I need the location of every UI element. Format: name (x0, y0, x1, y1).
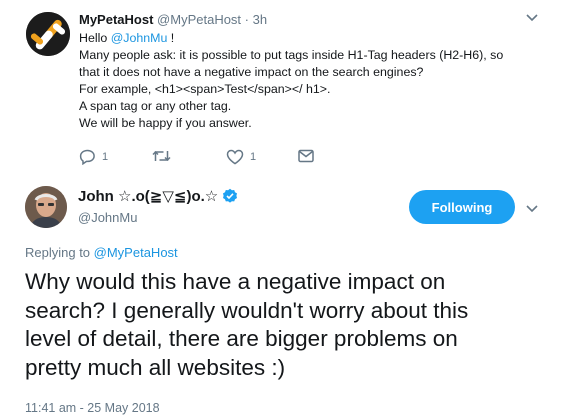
profile-photo (25, 186, 67, 228)
chevron-down-icon[interactable] (526, 202, 538, 216)
separator: · (244, 12, 250, 27)
tweet-text: Hello @JohnMu ! Many people ask: it is p… (79, 30, 549, 132)
tweet-line: For example, <h1><span>Test</span></ h1>… (79, 82, 331, 96)
mention-link[interactable]: @JohnMu (111, 31, 168, 45)
tweet-line: Why would this have a negative impact on (25, 269, 446, 294)
retweet-icon (152, 150, 171, 162)
tweet-text: Why would this have a negative impact on… (25, 268, 545, 382)
avatar[interactable] (26, 12, 70, 56)
following-button[interactable]: Following (409, 190, 515, 224)
retweet-button[interactable] (152, 149, 177, 163)
like-count: 1 (250, 151, 257, 163)
handle[interactable]: @JohnMu (78, 210, 137, 225)
display-name[interactable]: John ☆.o(≧▽≦)o.☆ (78, 187, 218, 205)
mypetahost-logo (26, 12, 70, 56)
tweet-timestamp[interactable]: 11:41 am - 25 May 2018 (25, 401, 160, 415)
tweet-line: Hello @JohnMu ! (79, 30, 549, 47)
tweet-time[interactable]: 3h (253, 12, 267, 27)
text-segment: Hello (79, 31, 111, 45)
tweet-line: search? I generally wouldn't worry about… (25, 297, 469, 323)
tweet-line: We will be happy if you answer. (79, 116, 252, 130)
like-button[interactable]: 1 (226, 149, 256, 165)
heart-icon (226, 149, 244, 165)
tweet-line: pretty much all websites :) (25, 354, 286, 380)
text-segment: ! (167, 31, 175, 45)
verified-badge-icon (223, 188, 238, 203)
reply-count: 1 (102, 151, 109, 163)
handle[interactable]: @MyPetaHost (157, 12, 241, 27)
tweet-header: MyPetaHost @MyPetaHost · 3h (79, 12, 267, 27)
replying-to: Replying to @MyPetaHost (25, 245, 178, 260)
tweet-line: Many people ask: it is possible to put t… (79, 48, 504, 62)
display-name-row: John ☆.o(≧▽≦)o.☆ (78, 187, 238, 205)
tweet-line: level of detail, there are bigger proble… (25, 326, 458, 351)
avatar[interactable] (25, 186, 67, 228)
tweet-actions: 1 1 (79, 149, 339, 167)
reply-icon (79, 149, 95, 165)
replying-prefix: Replying to (25, 245, 94, 260)
tweet-line: A span tag or any other tag. (79, 99, 232, 113)
mention-link[interactable]: @MyPetaHost (94, 245, 178, 260)
dm-button[interactable] (298, 149, 314, 163)
tweet-line: that it does not have a negative impact … (79, 65, 424, 79)
reply-button[interactable]: 1 (79, 149, 108, 165)
envelope-icon (298, 149, 314, 163)
display-name[interactable]: MyPetaHost (79, 12, 153, 27)
chevron-down-icon[interactable] (526, 11, 538, 25)
